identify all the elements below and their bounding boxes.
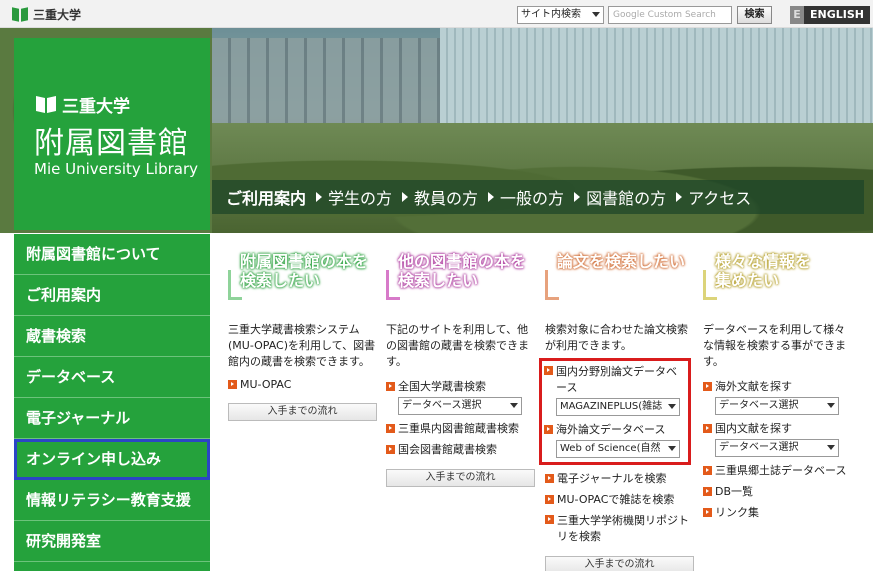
lang-e-label: E (790, 6, 804, 24)
arrow-bullet-icon (703, 423, 712, 433)
arrow-bullet-icon (386, 444, 395, 454)
arrow-bullet-icon (545, 494, 554, 504)
column-papers: 論文を検索したい 検索対象に合わせた論文検索が利用できます。 国内分野別論文デー… (539, 250, 697, 571)
nav-students[interactable]: 学生の方 (316, 185, 392, 209)
link-national-catalog[interactable]: 全国大学蔵書検索 (386, 378, 538, 394)
brand-text: 三重大学 (33, 8, 82, 22)
sidebar: 附属図書館について ご利用案内 蔵書検索 データベース 電子ジャーナル オンライ… (14, 234, 210, 571)
column-description: データベースを利用して様々な情報を検索する事ができます。 (703, 323, 846, 368)
language-switch[interactable]: E ENGLISH (790, 6, 870, 24)
link-domestic-paper-db[interactable]: 国内分野別論文データベース (544, 363, 685, 395)
link-mie-local-db[interactable]: 三重県郷土誌データベース (703, 462, 855, 478)
column-heading: 論文を検索したい (545, 250, 697, 302)
sidebar-item-database[interactable]: データベース (14, 357, 210, 398)
arrow-bullet-icon (545, 473, 554, 483)
nav-access[interactable]: アクセス (676, 185, 751, 209)
sidebar-item-catalog[interactable]: 蔵書検索 (14, 316, 210, 357)
link-domestic-literature[interactable]: 国内文献を探す (703, 420, 855, 436)
arrow-bullet-icon (544, 366, 553, 375)
heading-bracket (545, 270, 559, 300)
search-button[interactable]: 検索 (737, 6, 772, 24)
chevron-down-icon (592, 12, 600, 17)
triangle-right-icon (402, 192, 409, 202)
arrow-bullet-icon (228, 380, 237, 389)
heading-title: 附属図書館の本を 検索したい (240, 252, 369, 290)
book-logo-icon (12, 8, 28, 22)
link-db-list[interactable]: DB一覧 (703, 483, 855, 499)
link-opac-journals[interactable]: MU-OPACで雑誌を検索 (545, 491, 697, 507)
column-heading: 様々な情報を 集めたい (703, 250, 855, 302)
web-of-science-select[interactable]: Web of Science(自然 (556, 440, 680, 458)
library-logo[interactable]: 三重大学 附属図書館 Mie University Library (14, 38, 210, 230)
chevron-down-icon (827, 403, 835, 408)
link-foreign-paper-db[interactable]: 海外論文データベース (544, 421, 685, 437)
heading-title: 様々な情報を 集めたい (715, 252, 812, 290)
search-input[interactable]: Google Custom Search (608, 6, 732, 24)
database-select[interactable]: データベース選択 (398, 397, 522, 415)
nav-guide[interactable]: ご利用案内 (226, 185, 306, 209)
column-description: 下記のサイトを利用して、他の図書館の蔵書を検索できます。 (386, 323, 529, 368)
arrow-bullet-icon (703, 465, 712, 475)
chevron-down-icon (827, 445, 835, 450)
column-heading: 附属図書館の本を 検索したい (228, 250, 380, 302)
column-description: 三重大学蔵書検索システム(MU-OPAC)を利用して、図書館内の蔵書を検索できま… (228, 323, 376, 368)
paper-db-highlight: 国内分野別論文データベース MAGAZINEPLUS(雑誌 海外論文データベース… (539, 358, 691, 465)
link-mie-catalog[interactable]: 三重県内図書館蔵書検索 (386, 420, 538, 436)
heading-title: 論文を検索したい (557, 252, 686, 271)
triangle-right-icon (488, 192, 495, 202)
english-link[interactable]: ENGLISH (804, 6, 870, 24)
sidebar-item-guide[interactable]: ご利用案内 (14, 275, 210, 316)
book-logo-icon (36, 97, 56, 113)
logo-university: 三重大学 (62, 97, 130, 117)
search-scope-select[interactable]: サイト内検索 (517, 6, 604, 24)
university-brand[interactable]: 三重大学 (12, 6, 81, 23)
main-nav: ご利用案内 学生の方 教員の方 一般の方 図書館の方 アクセス (212, 180, 864, 214)
sidebar-item-research[interactable]: 研究開発室 (14, 521, 210, 562)
flow-button[interactable]: 入手までの流れ (228, 403, 377, 421)
sidebar-item-online-request[interactable]: オンライン申し込み (14, 439, 210, 480)
triangle-right-icon (574, 192, 581, 202)
logo-english: Mie University Library (34, 160, 198, 178)
arrow-bullet-icon (703, 486, 712, 496)
column-heading: 他の図書館の本を 検索したい (386, 250, 538, 302)
arrow-bullet-icon (386, 381, 395, 391)
arrow-bullet-icon (386, 423, 395, 433)
top-bar: 三重大学 サイト内検索 Google Custom Search 検索 E EN… (0, 0, 873, 28)
logo-library: 附属図書館 (34, 126, 189, 161)
arrow-bullet-icon (703, 507, 712, 517)
hero-trees (212, 123, 873, 233)
arrow-bullet-icon (544, 424, 553, 434)
chevron-down-icon (668, 404, 676, 409)
triangle-right-icon (676, 192, 683, 202)
column-other-libraries: 他の図書館の本を 検索したい 下記のサイトを利用して、他の図書館の蔵書を検索でき… (386, 250, 538, 487)
heading-title: 他の図書館の本を 検索したい (398, 252, 527, 290)
flow-button[interactable]: 入手までの流れ (545, 556, 694, 571)
column-library-books: 附属図書館の本を 検索したい 三重大学蔵書検索システム(MU-OPAC)を利用し… (228, 250, 380, 421)
arrow-bullet-icon (545, 515, 554, 524)
magazineplus-select[interactable]: MAGAZINEPLUS(雑誌 (556, 398, 680, 416)
link-links[interactable]: リンク集 (703, 504, 855, 520)
link-mu-opac[interactable]: MU-OPAC (228, 378, 380, 391)
link-ndl-catalog[interactable]: 国会図書館蔵書検索 (386, 441, 538, 457)
sidebar-item-ejournal[interactable]: 電子ジャーナル (14, 398, 210, 439)
link-ejournal-search[interactable]: 電子ジャーナルを検索 (545, 470, 697, 486)
flow-button[interactable]: 入手までの流れ (386, 469, 535, 487)
sidebar-item-literacy[interactable]: 情報リテラシー教育支援 (14, 480, 210, 521)
column-description: 検索対象に合わせた論文検索が利用できます。 (545, 323, 688, 352)
nav-public[interactable]: 一般の方 (488, 185, 564, 209)
nav-faculty[interactable]: 教員の方 (402, 185, 478, 209)
triangle-right-icon (316, 192, 323, 202)
link-repository[interactable]: 三重大学学術機関リポジトリを検索 (545, 512, 697, 544)
column-various-info: 様々な情報を 集めたい データベースを利用して様々な情報を検索する事ができます。… (703, 250, 855, 520)
link-foreign-literature[interactable]: 海外文献を探す (703, 378, 855, 394)
nav-librarians[interactable]: 図書館の方 (574, 185, 666, 209)
sidebar-item-about[interactable]: 附属図書館について (14, 234, 210, 275)
database-select[interactable]: データベース選択 (715, 397, 839, 415)
chevron-down-icon (510, 403, 518, 408)
arrow-bullet-icon (703, 381, 712, 391)
chevron-down-icon (668, 446, 676, 451)
database-select[interactable]: データベース選択 (715, 439, 839, 457)
